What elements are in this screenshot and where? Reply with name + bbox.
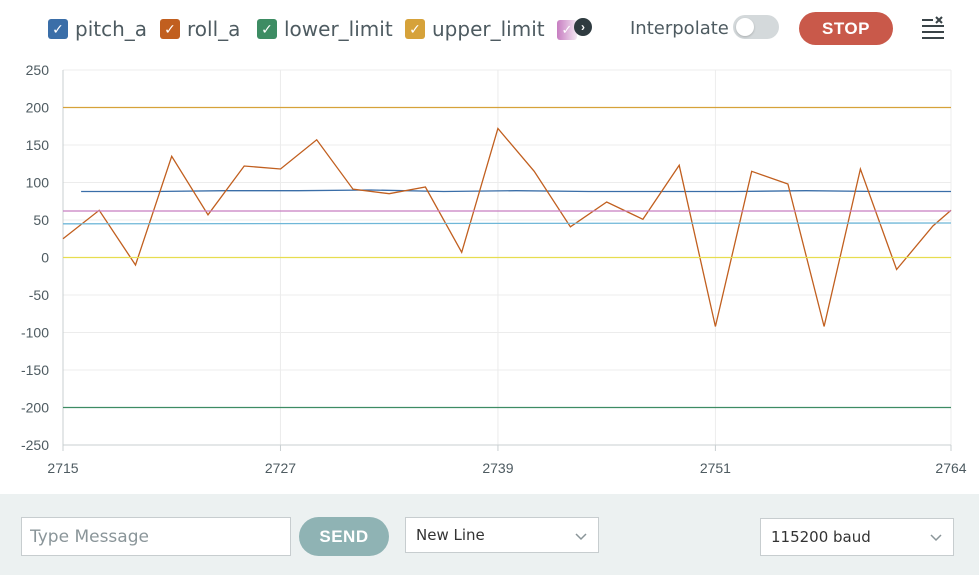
interpolate-toggle[interactable] <box>733 15 779 39</box>
y-tick-label: 0 <box>41 250 49 266</box>
message-input[interactable] <box>21 517 291 556</box>
line-ending-select[interactable]: New Line <box>405 517 599 553</box>
x-tick-label: 2739 <box>482 460 513 476</box>
baud-rate-select[interactable]: 115200 baud <box>760 518 954 556</box>
series-line-unlabeled-5 <box>62 222 952 225</box>
legend-item-roll-a[interactable]: ✓ roll_a <box>160 17 241 41</box>
x-tick-label: 2727 <box>265 460 296 476</box>
y-tick-label: -250 <box>21 437 49 453</box>
checkbox-checked-icon[interactable]: ✓ <box>257 19 277 39</box>
send-button[interactable]: SEND <box>299 517 389 556</box>
legend-label: pitch_a <box>75 17 148 41</box>
y-tick-label: -50 <box>29 287 49 303</box>
x-tick-label: 2715 <box>47 460 78 476</box>
serial-plotter-chart: 250 200 150 100 50 0 -50 -100 -150 -200 -250 2715 27… <box>0 58 979 494</box>
checkbox-checked-icon[interactable]: ✓ <box>405 19 425 39</box>
chevron-down-icon <box>930 534 942 542</box>
y-tick-label: -150 <box>21 362 49 378</box>
y-tick-label: 150 <box>26 137 50 153</box>
chevron-right-icon[interactable]: › <box>574 18 592 36</box>
legend-label: lower_limit <box>284 17 393 41</box>
checkbox-checked-icon[interactable]: ✓ <box>48 19 68 39</box>
message-bar: SEND New Line 115200 baud <box>0 494 979 575</box>
plotter-toolbar: ✓ pitch_a ✓ roll_a ✓ lower_limit ✓ upper… <box>0 0 979 58</box>
y-tick-label: -100 <box>21 325 49 341</box>
series-line-pitch-a <box>81 189 951 193</box>
chevron-down-icon <box>575 533 587 541</box>
y-tick-label: 100 <box>26 175 50 191</box>
baud-rate-value: 115200 baud <box>771 528 871 546</box>
x-tick-label: 2764 <box>935 460 966 476</box>
y-tick-label: 50 <box>33 212 49 228</box>
clear-list-icon[interactable] <box>920 16 946 40</box>
legend-item-pitch-a[interactable]: ✓ pitch_a <box>48 17 148 41</box>
y-tick-label: 200 <box>26 100 50 116</box>
interpolate-label: Interpolate <box>630 18 729 39</box>
legend-scroll-more[interactable]: ✓ › <box>557 18 593 40</box>
checkbox-checked-icon[interactable]: ✓ <box>160 19 180 39</box>
legend-label: upper_limit <box>432 17 545 41</box>
legend-item-lower-limit[interactable]: ✓ lower_limit <box>257 17 393 41</box>
y-tick-label: -200 <box>21 400 49 416</box>
line-ending-value: New Line <box>416 526 485 544</box>
stop-button[interactable]: STOP <box>799 12 893 45</box>
x-tick-label: 2751 <box>700 460 731 476</box>
toggle-knob <box>736 18 754 36</box>
legend-label: roll_a <box>187 17 241 41</box>
y-tick-label: 250 <box>26 62 50 78</box>
series-line-roll-a <box>62 127 952 327</box>
legend-item-upper-limit[interactable]: ✓ upper_limit <box>405 17 545 41</box>
chart-canvas: 250 200 150 100 50 0 -50 -100 -150 -200 -250 2715 27… <box>21 62 967 476</box>
